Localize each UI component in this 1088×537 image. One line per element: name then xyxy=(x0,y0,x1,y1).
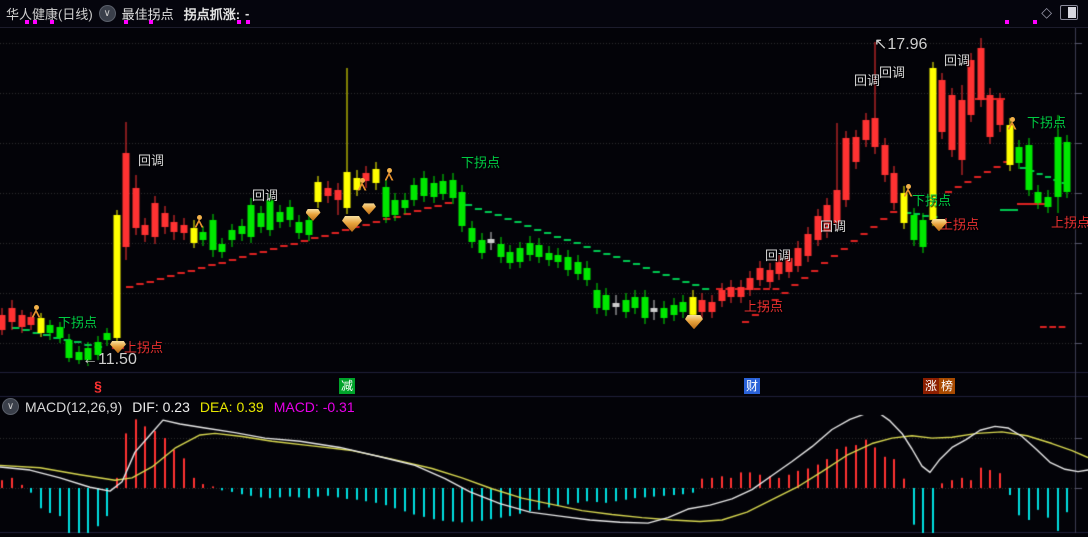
emphasis-dot xyxy=(124,20,128,24)
emphasis-dot xyxy=(149,20,153,24)
person-signal-icon xyxy=(358,177,367,191)
up-pivot-label: 上拐点 xyxy=(744,299,784,314)
chevron-down-icon[interactable]: ∨ xyxy=(98,5,116,22)
event-tag[interactable]: 涨 xyxy=(923,378,939,394)
stock-chart-window: 华人健康(日线) ∨ 最佳拐点 拐点抓涨: - ◇ 下拐点 上拐点 回调 回调 下拐点上… xyxy=(0,0,1088,537)
pullback-label: 回调 xyxy=(879,65,906,80)
indicator-sub-value: - xyxy=(245,6,250,21)
person-signal-icon xyxy=(195,214,204,228)
down-pivot-label: 下拐点 xyxy=(461,155,501,170)
pullback-label: 回调 xyxy=(138,153,165,168)
signal-glyph[interactable]: § xyxy=(90,378,106,394)
emphasis-dot xyxy=(33,20,37,24)
macd-dea-value: DEA: 0.39 xyxy=(199,398,264,415)
up-pivot-label: 上拐点 xyxy=(1051,215,1088,230)
macd-hist-value: MACD: -0.31 xyxy=(273,398,355,415)
macd-header: ∨ MACD(12,26,9) DIF: 0.23 DEA: 0.39 MACD… xyxy=(2,398,355,415)
emphasis-dot xyxy=(1033,20,1037,24)
candlestick-macd-chart-canvas[interactable] xyxy=(0,0,1088,537)
pullback-label: 回调 xyxy=(854,73,881,88)
indicator-sub-label: 拐点抓涨: xyxy=(183,7,241,22)
top-bar: 华人健康(日线) ∨ 最佳拐点 拐点抓涨: - ◇ xyxy=(0,0,1088,28)
event-tag[interactable]: 减 xyxy=(339,378,355,394)
pullback-label: 回调 xyxy=(765,248,792,263)
down-pivot-label: 下拐点 xyxy=(912,193,952,208)
emphasis-dot xyxy=(246,20,250,24)
person-signal-icon xyxy=(385,167,394,181)
pullback-label: 回调 xyxy=(820,219,847,234)
emphasis-dot xyxy=(1005,20,1009,24)
panel-toggle-icon[interactable] xyxy=(1060,5,1078,20)
price-label: ↖17.96 xyxy=(874,36,928,53)
person-signal-icon xyxy=(32,304,41,318)
emphasis-dot xyxy=(237,20,241,24)
person-signal-icon xyxy=(904,183,913,197)
pullback-label: 回调 xyxy=(252,188,279,203)
indicator-main-label[interactable]: 最佳拐点 xyxy=(122,4,174,23)
down-pivot-label: 下拐点 xyxy=(1027,115,1067,130)
person-signal-icon xyxy=(1008,116,1017,130)
event-tag[interactable]: 财 xyxy=(744,378,760,394)
emphasis-dot xyxy=(50,20,54,24)
down-pivot-label: 下拐点 xyxy=(58,315,98,330)
macd-dif-value: DIF: 0.23 xyxy=(132,398,190,415)
macd-params[interactable]: MACD(12,26,9) xyxy=(25,399,122,415)
pullback-label: 回调 xyxy=(944,53,971,68)
price-label: ←11.50 xyxy=(82,351,137,368)
chevron-down-icon[interactable]: ∨ xyxy=(2,398,19,415)
diamond-outline-icon[interactable]: ◇ xyxy=(1041,4,1052,21)
event-tag[interactable]: 榜 xyxy=(939,378,955,394)
emphasis-dot xyxy=(25,20,29,24)
